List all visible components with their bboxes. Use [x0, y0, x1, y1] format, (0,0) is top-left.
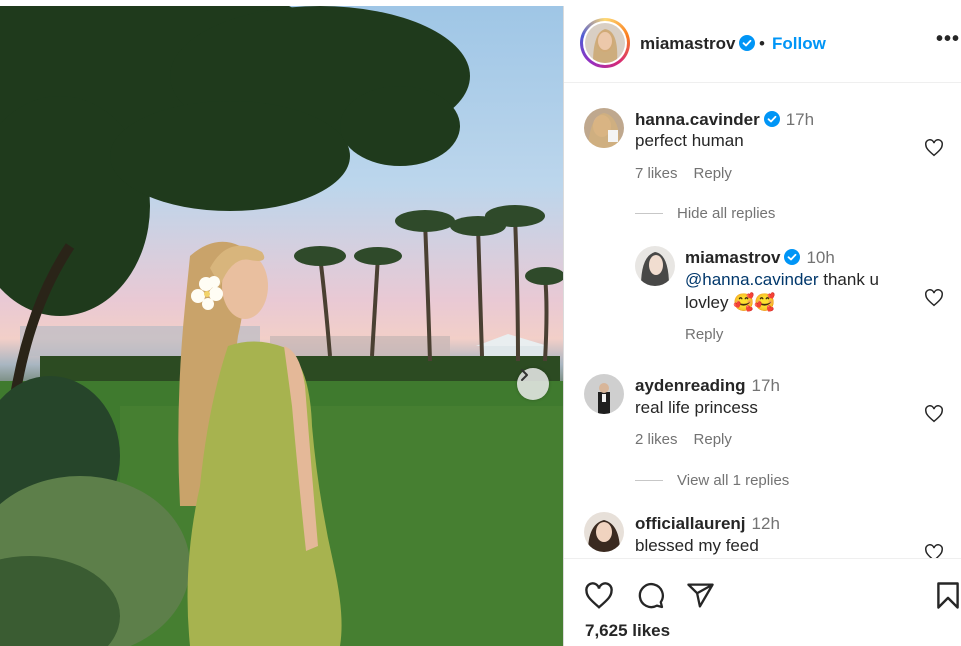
more-icon: ••• [936, 28, 961, 50]
reply-mention-link[interactable]: @hanna.cavinder [685, 270, 819, 289]
photo-illustration [0, 6, 563, 646]
follow-button[interactable]: Follow [772, 34, 826, 54]
like-heart-icon[interactable] [584, 582, 614, 610]
comment-text: real life princess [635, 398, 758, 417]
reply-username[interactable]: miamastrov 10h [685, 248, 835, 268]
header-separator: • [759, 34, 765, 53]
chevron-right-icon [521, 369, 528, 381]
commenter-avatar[interactable] [584, 512, 624, 552]
verified-badge-icon [784, 249, 801, 265]
post-side-panel: miamastrov • Follow ••• ˙ hanna.cavinder… [563, 6, 961, 646]
comment-icon[interactable] [636, 581, 665, 610]
reply-time: 10h [806, 248, 835, 267]
heart-icon[interactable] [924, 405, 944, 423]
view-replies-button[interactable]: View all 1 replies [677, 472, 789, 489]
reply-avatar[interactable] [635, 246, 675, 286]
replies-line [635, 480, 663, 481]
verified-badge-icon [763, 111, 780, 127]
comment-username[interactable]: aydenreading 17h [635, 376, 780, 396]
comment-username[interactable]: officiallaurenj 12h [635, 514, 780, 534]
clipped-content: ˙ [754, 84, 758, 90]
post-header: miamastrov • Follow ••• [564, 6, 961, 83]
replies-line [635, 213, 663, 214]
reply-meta: Reply [685, 326, 739, 343]
heart-icon[interactable] [924, 289, 944, 307]
likes-count[interactable]: 7,625 likes [585, 621, 670, 641]
reply-button[interactable]: Reply [685, 326, 723, 343]
author-username[interactable]: miamastrov [640, 34, 756, 54]
comment-text: perfect human [635, 131, 744, 150]
more-options-button[interactable]: ••• [936, 29, 960, 49]
comment-likes-count[interactable]: 7 likes [635, 165, 678, 182]
carousel-next-button[interactable] [517, 368, 549, 400]
reply-button[interactable]: Reply [694, 431, 732, 448]
post-actions: 7,625 likes [564, 558, 961, 646]
author-avatar[interactable] [580, 18, 630, 68]
heart-icon[interactable] [924, 139, 944, 157]
bookmark-icon[interactable] [936, 581, 960, 610]
comment-username[interactable]: hanna.cavinder 17h [635, 110, 814, 130]
comment-text: blessed my feed [635, 536, 759, 555]
share-icon[interactable] [686, 581, 715, 610]
comment-likes-count[interactable]: 2 likes [635, 431, 678, 448]
commenter-avatar[interactable] [584, 108, 624, 148]
post-photo [0, 6, 563, 646]
commenter-avatar[interactable] [584, 374, 624, 414]
reply-button[interactable]: Reply [694, 165, 732, 182]
comments-list[interactable]: ˙ hanna.cavinder17h perfect human 7 like… [564, 84, 961, 558]
comment-time: 17h [751, 376, 780, 395]
hide-replies-button[interactable]: Hide all replies [677, 205, 775, 222]
verified-badge-icon [739, 35, 756, 51]
comment-time: 17h [785, 110, 815, 129]
heart-icon[interactable] [924, 544, 944, 558]
author-avatar-image [585, 23, 625, 63]
comment-time: 12h [751, 514, 780, 533]
comment-meta: 2 likes Reply [635, 431, 748, 448]
reply-text: @hanna.cavinder thank u lovley 🥰🥰 [685, 270, 880, 312]
comment-meta: 7 likes Reply [635, 165, 748, 182]
